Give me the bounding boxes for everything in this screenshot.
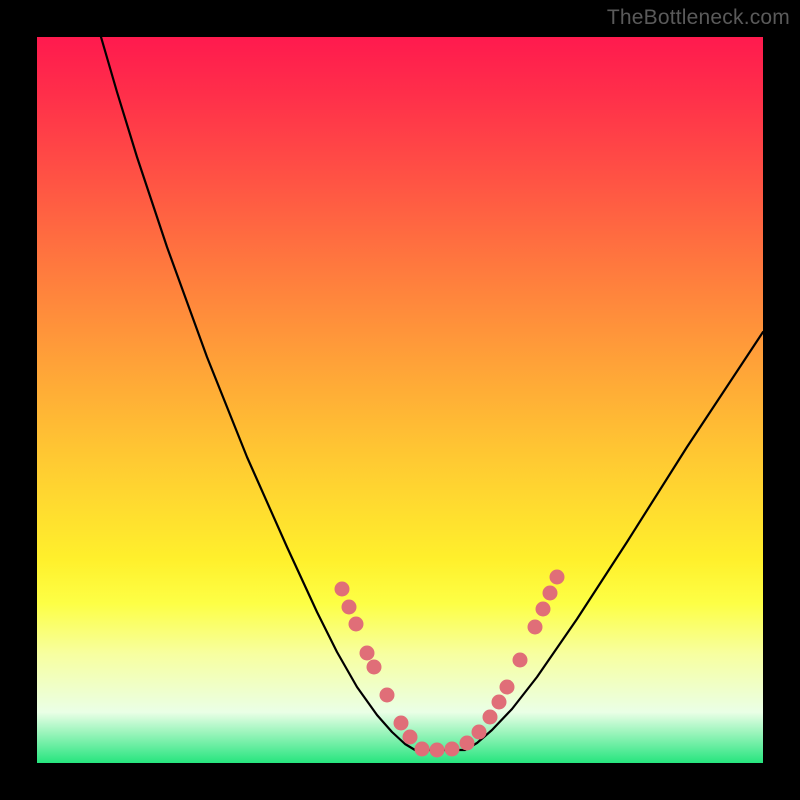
marker-dot xyxy=(483,710,498,725)
marker-dot xyxy=(513,653,528,668)
marker-dot xyxy=(335,582,350,597)
marker-dot xyxy=(360,646,375,661)
marker-dot xyxy=(543,586,558,601)
attribution-text: TheBottleneck.com xyxy=(607,6,790,30)
chart-frame: TheBottleneck.com xyxy=(0,0,800,800)
marker-dot xyxy=(380,688,395,703)
marker-dot xyxy=(472,725,487,740)
marker-dot xyxy=(349,617,364,632)
marker-dot xyxy=(536,602,551,617)
plot-area xyxy=(37,37,763,763)
marker-dot xyxy=(394,716,409,731)
marker-dot xyxy=(500,680,515,695)
marker-dot xyxy=(342,600,357,615)
marker-dot xyxy=(367,660,382,675)
marker-dot xyxy=(403,730,418,745)
marker-dot xyxy=(528,620,543,635)
bottleneck-curve xyxy=(37,37,763,763)
marker-dot xyxy=(415,742,430,757)
marker-dot xyxy=(445,742,460,757)
marker-dot xyxy=(492,695,507,710)
marker-dot xyxy=(430,743,445,758)
marker-dot xyxy=(460,736,475,751)
marker-dot xyxy=(550,570,565,585)
